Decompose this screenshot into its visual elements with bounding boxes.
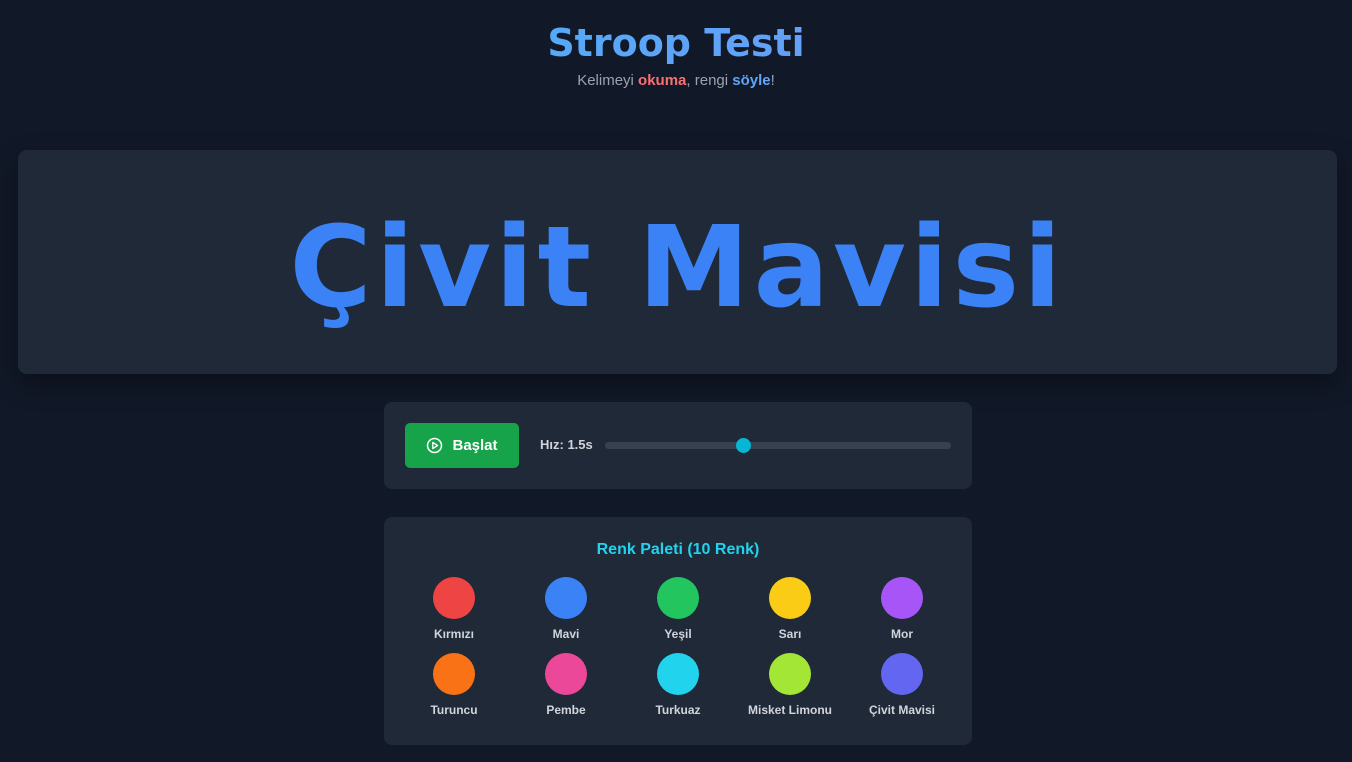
instructions-text-1: Kelimeyi <box>577 72 639 89</box>
swatch-circle <box>545 577 587 619</box>
swatch-label: Çivit Mavisi <box>868 703 936 717</box>
swatch-circle <box>545 653 587 695</box>
swatch-kirmizi[interactable]: Kırmızı <box>398 577 510 641</box>
swatch-circle <box>881 577 923 619</box>
color-palette: Renk Paleti (10 Renk) Kırmızı Mavi Yeşil… <box>384 517 972 745</box>
swatch-mavi[interactable]: Mavi <box>510 577 622 641</box>
instructions-emphasis-okuma: okuma <box>638 72 687 89</box>
swatch-pembe[interactable]: Pembe <box>510 653 622 717</box>
page-title: Stroop Testi <box>0 20 1352 66</box>
instructions: Kelimeyi okuma, rengi söyle! <box>0 72 1352 89</box>
speed-slider-fill <box>605 442 744 449</box>
palette-title: Renk Paleti (10 Renk) <box>596 541 760 558</box>
stimulus-card: Çivit Mavisi <box>18 150 1337 374</box>
controls-panel: Başlat Hız: 1.5s <box>384 402 972 489</box>
instructions-emphasis-soyle: söyle <box>732 72 771 89</box>
speed-slider[interactable] <box>605 438 951 453</box>
play-circle-icon <box>427 437 443 454</box>
swatch-circle <box>769 653 811 695</box>
swatch-label: Kırmızı <box>433 627 474 641</box>
swatch-civit-mavisi[interactable]: Çivit Mavisi <box>846 653 958 717</box>
swatch-circle <box>657 653 699 695</box>
swatch-circle <box>657 577 699 619</box>
instructions-text-2: , rengi <box>686 72 733 89</box>
header: Stroop Testi Kelimeyi okuma, rengi söyle… <box>0 20 1352 89</box>
swatch-grid: Kırmızı Mavi Yeşil Sarı Mor Turuncu Pemb… <box>398 577 958 717</box>
swatch-circle <box>881 653 923 695</box>
swatch-circle <box>433 653 475 695</box>
swatch-label: Turkuaz <box>655 703 701 717</box>
speed-slider-thumb[interactable] <box>736 438 752 453</box>
swatch-mor[interactable]: Mor <box>846 577 958 641</box>
swatch-label: Pembe <box>546 703 586 717</box>
swatch-label: Mavi <box>552 627 580 641</box>
swatch-label: Sarı <box>778 627 802 641</box>
speed-label: Hız: 1.5s <box>540 437 593 452</box>
swatch-circle <box>433 577 475 619</box>
swatch-label: Mor <box>891 627 913 641</box>
swatch-sari[interactable]: Sarı <box>734 577 846 641</box>
swatch-yesil[interactable]: Yeşil <box>622 577 734 641</box>
swatch-label: Yeşil <box>664 627 692 641</box>
stimulus-word: Çivit Mavisi <box>289 203 1066 333</box>
start-button-label: Başlat <box>452 437 498 454</box>
swatch-turuncu[interactable]: Turuncu <box>398 653 510 717</box>
swatch-label: Misket Limonu <box>747 703 832 717</box>
swatch-label: Turuncu <box>430 703 478 717</box>
swatch-turkuaz[interactable]: Turkuaz <box>622 653 734 717</box>
swatch-circle <box>769 577 811 619</box>
start-button[interactable]: Başlat <box>405 423 519 468</box>
instructions-text-3: ! <box>770 72 775 89</box>
swatch-misket-limonu[interactable]: Misket Limonu <box>734 653 846 717</box>
